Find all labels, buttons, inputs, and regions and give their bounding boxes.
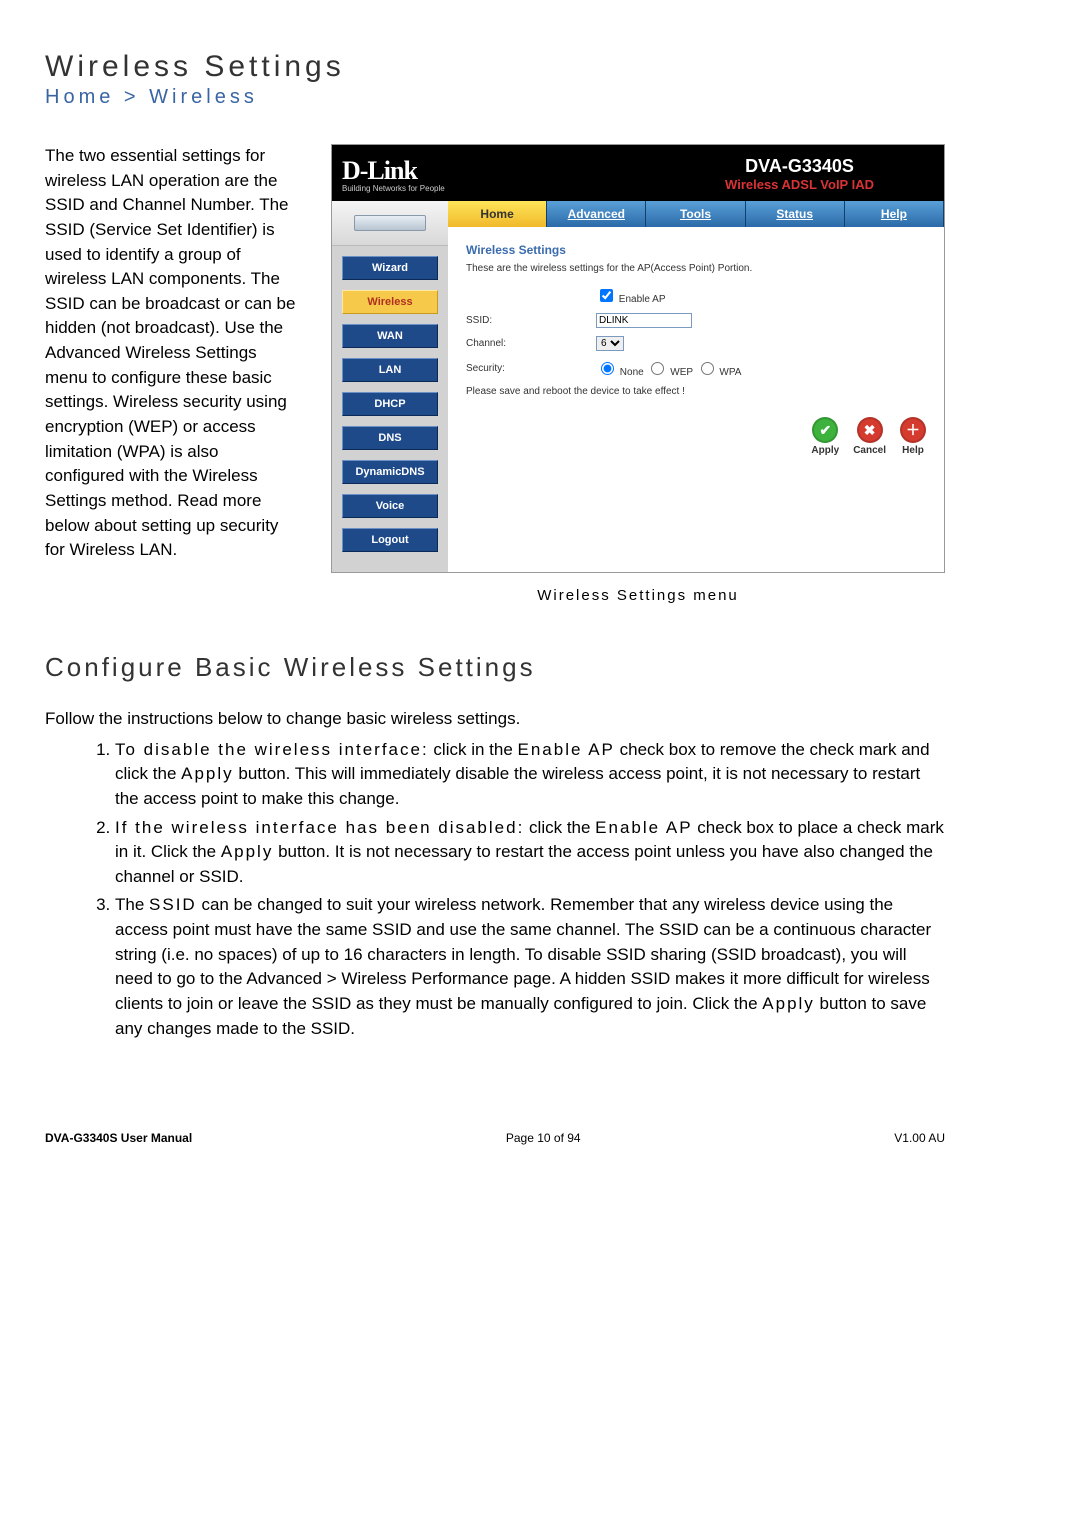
security-option-none: None xyxy=(620,367,644,378)
panel-title: Wireless Settings xyxy=(466,243,926,257)
sidebar-item-dynamicdns[interactable]: DynamicDNS xyxy=(342,460,438,484)
brand-tagline: Building Networks for People xyxy=(342,184,445,193)
tab-tools[interactable]: Tools xyxy=(646,201,745,227)
panel-description: These are the wireless settings for the … xyxy=(466,263,926,274)
instructions-lead: Follow the instructions below to change … xyxy=(45,707,945,732)
plus-icon: ＋ xyxy=(900,417,926,443)
router-screenshot: D-Link Building Networks for People DVA-… xyxy=(331,144,945,573)
apply-button[interactable]: ✔ Apply xyxy=(811,417,839,456)
tab-home[interactable]: Home xyxy=(448,201,547,227)
reboot-note: Please save and reboot the device to tak… xyxy=(466,386,926,397)
sidebar-item-dhcp[interactable]: DHCP xyxy=(342,392,438,416)
intro-paragraph: The two essential settings for wireless … xyxy=(45,144,301,563)
sidebar-item-logout[interactable]: Logout xyxy=(342,528,438,552)
step-2: If the wireless interface has been disab… xyxy=(115,816,945,890)
breadcrumb: Home > Wireless xyxy=(45,86,945,109)
x-icon: ✖ xyxy=(857,417,883,443)
page-footer: DVA-G3340S User Manual Page 10 of 94 V1.… xyxy=(45,1131,945,1145)
enable-ap-checkbox[interactable] xyxy=(600,289,613,302)
ssid-label: SSID: xyxy=(466,315,596,326)
channel-label: Channel: xyxy=(466,338,596,349)
channel-select[interactable]: 6 xyxy=(596,336,624,351)
security-label: Security: xyxy=(466,363,596,374)
check-icon: ✔ xyxy=(812,417,838,443)
sidebar: Wizard Wireless WAN LAN DHCP DNS Dynamic… xyxy=(332,201,448,572)
footer-left: DVA-G3340S User Manual xyxy=(45,1131,192,1145)
footer-right: V1.00 AU xyxy=(894,1131,945,1145)
sidebar-item-lan[interactable]: LAN xyxy=(342,358,438,382)
tab-help[interactable]: Help xyxy=(845,201,944,227)
step-1: To disable the wireless interface: click… xyxy=(115,738,945,812)
help-label: Help xyxy=(902,445,924,456)
security-option-wpa: WPA xyxy=(719,367,741,378)
cancel-label: Cancel xyxy=(853,445,886,456)
sidebar-item-dns[interactable]: DNS xyxy=(342,426,438,450)
cancel-button[interactable]: ✖ Cancel xyxy=(853,417,886,456)
footer-center: Page 10 of 94 xyxy=(506,1131,581,1145)
sidebar-item-wizard[interactable]: Wizard xyxy=(342,256,438,280)
model-name: DVA-G3340S xyxy=(725,156,874,177)
sidebar-item-wan[interactable]: WAN xyxy=(342,324,438,348)
security-radio-wpa[interactable] xyxy=(701,362,714,375)
tab-advanced[interactable]: Advanced xyxy=(547,201,646,227)
security-radio-wep[interactable] xyxy=(651,362,664,375)
page-title: Wireless Settings xyxy=(45,50,945,84)
security-option-wep: WEP xyxy=(670,367,693,378)
tab-status[interactable]: Status xyxy=(746,201,845,227)
step-3: The SSID can be changed to suit your wir… xyxy=(115,893,945,1041)
sidebar-item-wireless[interactable]: Wireless xyxy=(342,290,438,314)
sidebar-item-voice[interactable]: Voice xyxy=(342,494,438,518)
brand-logo: D-Link xyxy=(342,156,445,186)
model-subtitle: Wireless ADSL VoIP IAD xyxy=(725,177,874,192)
help-button[interactable]: ＋ Help xyxy=(900,417,926,456)
screenshot-caption: Wireless Settings menu xyxy=(331,587,945,604)
apply-label: Apply xyxy=(811,445,839,456)
device-image xyxy=(332,201,448,246)
section-heading: Configure Basic Wireless Settings xyxy=(45,652,945,683)
security-radio-none[interactable] xyxy=(601,362,614,375)
ssid-input[interactable] xyxy=(596,313,692,328)
enable-ap-label: Enable AP xyxy=(619,294,666,305)
